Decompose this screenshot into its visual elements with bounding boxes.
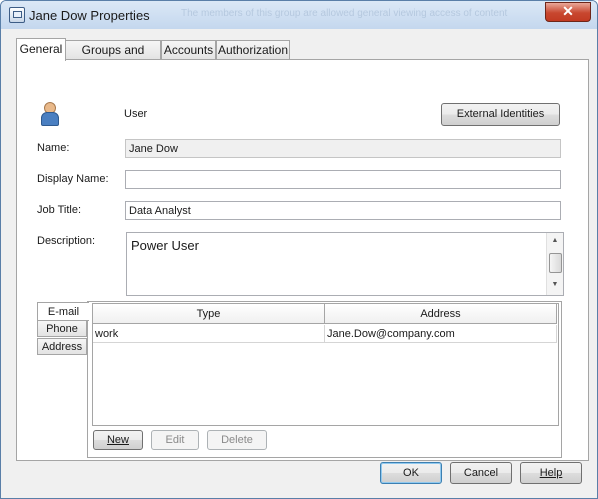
description-text: Power User — [131, 238, 199, 253]
tab-groups-and-roles[interactable]: Groups and Roles — [65, 40, 161, 75]
name-label: Name: — [37, 142, 70, 154]
background-window-text: The members of this group are allowed ge… — [181, 8, 508, 19]
column-header-type[interactable]: Type — [93, 304, 325, 324]
new-email-button[interactable]: New — [93, 430, 143, 450]
properties-window: The members of this group are allowed ge… — [0, 0, 598, 499]
edit-email-button[interactable]: Edit — [151, 430, 199, 450]
close-button[interactable]: ✕ — [545, 2, 591, 22]
user-icon — [41, 102, 59, 126]
scroll-down-icon[interactable]: ▼ — [547, 279, 563, 291]
scroll-up-icon[interactable]: ▲ — [547, 235, 563, 247]
title-bar[interactable]: The members of this group are allowed ge… — [1, 1, 597, 29]
window-title: Jane Dow Properties — [29, 8, 150, 23]
tab-authorization[interactable]: Authorization — [216, 40, 290, 59]
description-scrollbar[interactable]: ▲ ▼ — [546, 233, 563, 295]
column-header-address[interactable]: Address — [325, 304, 557, 324]
new-button-label: New — [106, 434, 129, 446]
external-identities-button-label: External Identities — [456, 108, 545, 120]
general-tab-panel: User External Identities Name: Jane Dow … — [16, 59, 589, 461]
user-type-label: User — [124, 108, 148, 120]
email-address-cell[interactable]: Jane.Dow@company.com — [325, 325, 557, 343]
email-type-cell[interactable]: work — [93, 325, 325, 343]
edit-button-label: Edit — [165, 434, 185, 446]
delete-email-button[interactable]: Delete — [207, 430, 267, 450]
display-name-field[interactable] — [125, 170, 561, 189]
tab-phone[interactable]: Phone — [37, 320, 87, 337]
description-label: Description: — [37, 235, 96, 247]
help-button-label: Help — [539, 467, 563, 479]
email-table[interactable]: Type Address work Jane.Dow@company.com — [92, 303, 559, 426]
job-title-label: Job Title: — [37, 204, 82, 216]
scroll-thumb[interactable] — [549, 253, 562, 273]
cancel-button[interactable]: Cancel — [450, 462, 512, 484]
window-properties-icon — [9, 7, 25, 23]
tab-address[interactable]: Address — [37, 338, 87, 355]
ok-button[interactable]: OK — [380, 462, 442, 484]
tab-email[interactable]: E-mail — [37, 302, 89, 321]
help-button[interactable]: Help — [520, 462, 582, 484]
dialog-client-area: General Groups and Roles Accounts Author… — [5, 29, 593, 493]
tab-general[interactable]: General — [16, 38, 66, 61]
job-title-field[interactable]: Data Analyst — [125, 201, 561, 220]
external-identities-button[interactable]: External Identities — [441, 103, 560, 126]
display-name-label: Display Name: — [37, 173, 109, 185]
description-textarea[interactable]: Power User ▲ ▼ — [126, 232, 564, 296]
delete-button-label: Delete — [221, 434, 253, 446]
name-field[interactable]: Jane Dow — [125, 139, 561, 158]
tab-accounts[interactable]: Accounts — [161, 40, 216, 59]
